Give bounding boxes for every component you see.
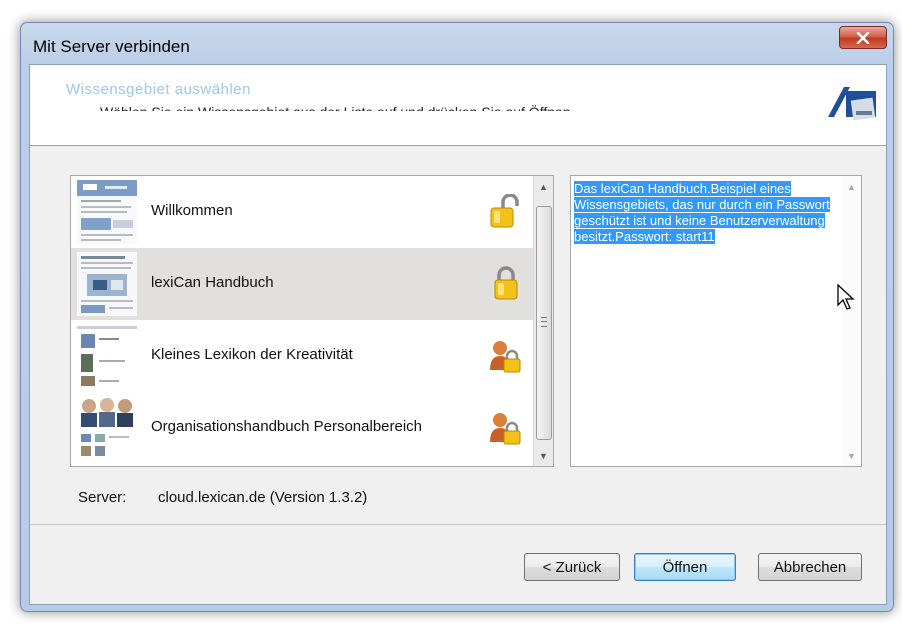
lexican-logo-icon (828, 87, 876, 121)
list-item[interactable]: Willkommen (71, 176, 533, 248)
list-scrollbar[interactable]: ▲ ▼ (533, 176, 553, 466)
user-lock-icon (490, 341, 521, 373)
open-lock-icon (490, 194, 519, 228)
scroll-up-icon[interactable]: ▲ (842, 178, 861, 195)
footer-divider (30, 524, 886, 525)
open-button[interactable]: Öffnen (634, 553, 736, 581)
thumbnail-image (77, 180, 137, 244)
list-item-label: Kleines Lexikon der Kreativität (151, 346, 353, 363)
dialog-client: Wissensgebiet auswählen Wählen Sie ein W… (29, 64, 887, 605)
list-item-selected[interactable]: lexiCan Handbuch (71, 248, 533, 320)
mouse-cursor-icon (837, 283, 855, 310)
scroll-up-icon[interactable]: ▲ (534, 178, 553, 195)
wizard-subtitle: Wählen Sie ein Wissensgebiet aus der Lis… (100, 101, 574, 111)
close-icon (856, 31, 870, 44)
cancel-button[interactable]: Abbrechen (758, 553, 862, 581)
list-item-label: lexiCan Handbuch (151, 274, 274, 291)
back-button[interactable]: < Zurück (524, 553, 620, 581)
list-item[interactable]: Kleines Lexikon der Kreativität (71, 320, 533, 392)
user-lock-icon (490, 413, 521, 445)
thumbnail-image (77, 396, 137, 460)
lock-icon (494, 266, 518, 300)
wizard-header: Wissensgebiet auswählen Wählen Sie ein W… (30, 65, 886, 146)
scroll-down-icon[interactable]: ▼ (842, 447, 861, 464)
server-value: cloud.lexican.de (Version 1.3.2) (158, 489, 368, 506)
description-box[interactable]: Das lexiCan Handbuch.Beispiel eines Wiss… (570, 175, 862, 467)
knowledge-area-list[interactable]: Willkommen lexiCan Handbuch Kleines Lexi… (70, 175, 554, 467)
thumbnail-image (77, 324, 137, 388)
list-item-label: Organisationshandbuch Personalbereich (151, 418, 423, 435)
window-title: Mit Server verbinden (33, 37, 190, 56)
scrollbar-thumb[interactable] (536, 206, 552, 440)
server-info: Server: cloud.lexican.de (Version 1.3.2) (78, 489, 367, 506)
dialog-window: Mit Server verbinden Wissensgebiet auswä… (20, 22, 894, 612)
thumbnail-image (77, 252, 137, 316)
server-label: Server: (78, 489, 127, 506)
list-item-label: Willkommen (151, 202, 233, 219)
close-button[interactable] (839, 26, 887, 49)
list-item[interactable]: Organisationshandbuch Personalbereich (71, 392, 533, 464)
description-text[interactable]: Das lexiCan Handbuch.Beispiel eines Wiss… (574, 181, 830, 245)
wizard-title: Wissensgebiet auswählen (66, 81, 251, 98)
description-scrollbar[interactable]: ▲ ▼ (842, 176, 861, 466)
grip-icon (541, 317, 547, 327)
title-bar[interactable]: Mit Server verbinden (21, 23, 893, 63)
scroll-down-icon[interactable]: ▼ (534, 447, 553, 464)
